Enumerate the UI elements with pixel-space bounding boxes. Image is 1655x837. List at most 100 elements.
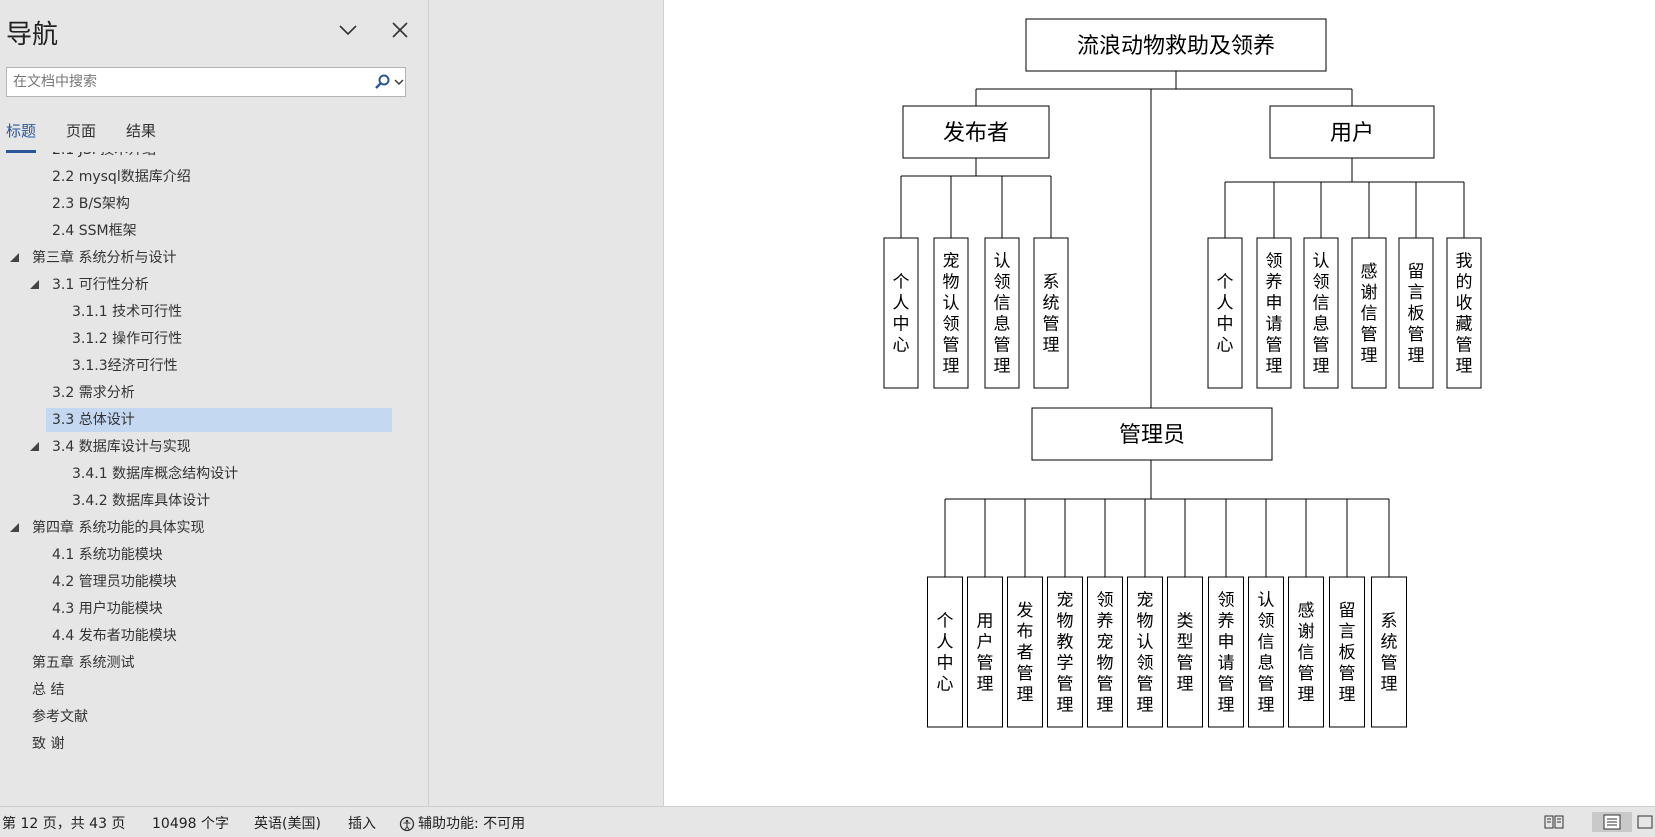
outline-item-label: 3.4.2 数据库具体设计: [72, 493, 211, 509]
outline-item-label: 第五章 系统测试: [32, 655, 135, 671]
admin-child-node-label: 领养宠物管理: [1097, 590, 1114, 715]
outline-item[interactable]: 3.4.2 数据库具体设计: [0, 489, 400, 513]
outline-item[interactable]: 第三章 系统分析与设计: [0, 246, 400, 270]
outline-item[interactable]: 第四章 系统功能的具体实现: [0, 516, 400, 540]
publisher-node: 发布者: [902, 105, 1050, 159]
tab-pages[interactable]: 页面: [66, 120, 96, 150]
admin-child-node: 领养宠物管理: [1087, 576, 1123, 728]
publisher-child-node-label: 系统管理: [1043, 272, 1060, 355]
expand-triangle-icon[interactable]: [30, 280, 39, 289]
user-child-node-label: 领养申请管理: [1266, 251, 1283, 376]
outline-item[interactable]: 4.4 发布者功能模块: [0, 624, 400, 648]
publisher-child-node-label: 宠物认领管理: [943, 251, 960, 376]
admin-node: 管理员: [1031, 407, 1273, 461]
admin-child-node-label: 个人中心: [937, 611, 954, 694]
admin-child-node: 留言板管理: [1329, 576, 1365, 728]
document-canvas: [429, 0, 663, 806]
search-icon[interactable]: [373, 73, 391, 91]
user-child-node: 个人中心: [1207, 237, 1243, 389]
outline-item-label: 致 谢: [32, 736, 65, 752]
root-node-label: 流浪动物救助及领养: [1077, 34, 1275, 59]
outline-item[interactable]: 2.4 SSM框架: [0, 219, 400, 243]
expand-triangle-icon[interactable]: [30, 442, 39, 451]
expand-triangle-icon[interactable]: [10, 523, 19, 532]
admin-child-node: 个人中心: [927, 576, 963, 728]
outline-item[interactable]: 2.3 B/S架构: [0, 192, 400, 216]
user-child-node-label: 感谢信管理: [1361, 262, 1378, 366]
word-count[interactable]: 10498 个字: [152, 813, 229, 833]
outline-item[interactable]: 第五章 系统测试: [0, 651, 400, 675]
outline-item[interactable]: 4.2 管理员功能模块: [0, 570, 400, 594]
outline-item[interactable]: 3.2 需求分析: [0, 381, 400, 405]
outline-item[interactable]: 2.1 JSP技术介绍: [0, 152, 400, 162]
outline-item-label: 3.1.3经济可行性: [72, 358, 178, 374]
outline-item[interactable]: 3.3 总体设计: [46, 408, 392, 432]
outline-item[interactable]: 致 谢: [0, 732, 400, 752]
admin-child-node-label: 宠物教学管理: [1057, 590, 1074, 715]
outline-item-label: 4.4 发布者功能模块: [52, 628, 177, 644]
user-node: 用户: [1269, 105, 1435, 159]
accessibility-icon[interactable]: [398, 816, 416, 832]
outline-item[interactable]: 3.1.2 操作可行性: [0, 327, 400, 351]
admin-child-node: 类型管理: [1167, 576, 1203, 728]
outline-item-label: 4.1 系统功能模块: [52, 547, 163, 563]
outline-item-label: 3.1 可行性分析: [52, 277, 149, 293]
close-icon[interactable]: [388, 18, 412, 42]
outline-item[interactable]: 3.4.1 数据库概念结构设计: [0, 462, 400, 486]
user-child-node: 领养申请管理: [1256, 237, 1292, 389]
admin-node-label: 管理员: [1119, 423, 1185, 448]
root-node: 流浪动物救助及领养: [1025, 18, 1327, 72]
document-page[interactable]: 流浪动物救助及领养 发布者 个人中心 宠物认领管理 认领信息管理 系统管理 用户 个人中心 领养…: [663, 0, 1655, 806]
admin-child-node-label: 认领信息管理: [1258, 590, 1275, 715]
publisher-child-node: 个人中心: [883, 237, 919, 389]
page-count[interactable]: 第 12 页，共 43 页: [2, 813, 125, 833]
read-mode-icon[interactable]: [1542, 812, 1566, 832]
outline-item-label: 2.2 mysql数据库介绍: [52, 169, 191, 185]
accessibility-status[interactable]: 辅助功能: 不可用: [418, 813, 525, 833]
outline-item[interactable]: 3.4 数据库设计与实现: [0, 435, 400, 459]
user-child-node-label: 我的收藏管理: [1456, 251, 1473, 376]
admin-child-node: 系统管理: [1371, 576, 1407, 728]
outline-item[interactable]: 3.1 可行性分析: [0, 273, 400, 297]
user-child-node: 我的收藏管理: [1446, 237, 1482, 389]
admin-child-node-label: 系统管理: [1381, 611, 1398, 694]
search-box[interactable]: [6, 67, 406, 97]
publisher-child-node-label: 认领信息管理: [994, 251, 1011, 376]
outline-item[interactable]: 参考文献: [0, 705, 400, 729]
outline-item-label: 第三章 系统分析与设计: [32, 250, 177, 266]
outline-item-label: 3.1.1 技术可行性: [72, 304, 183, 320]
user-child-node-label: 个人中心: [1217, 272, 1234, 355]
outline-item-label: 第四章 系统功能的具体实现: [32, 520, 205, 536]
admin-child-node-label: 领养申请管理: [1218, 590, 1235, 715]
status-bar: 第 12 页，共 43 页 10498 个字 英语(美国) 插入 辅助功能: 不…: [0, 806, 1655, 837]
outline-item-label: 3.2 需求分析: [52, 385, 135, 401]
outline-item[interactable]: 4.3 用户功能模块: [0, 597, 400, 621]
web-layout-icon[interactable]: [1636, 812, 1654, 832]
publisher-node-label: 发布者: [943, 121, 1009, 146]
outline-item[interactable]: 4.1 系统功能模块: [0, 543, 400, 567]
outline-item-label: 2.4 SSM框架: [52, 223, 137, 239]
chevron-down-icon[interactable]: [336, 18, 360, 42]
tab-headings[interactable]: 标题: [6, 120, 37, 153]
chevron-down-icon[interactable]: [393, 76, 405, 88]
admin-child-node-label: 宠物认领管理: [1137, 590, 1154, 715]
language-indicator[interactable]: 英语(美国): [254, 813, 321, 833]
outline-item-label: 总 结: [32, 682, 65, 698]
tab-results[interactable]: 结果: [126, 120, 156, 150]
print-layout-icon[interactable]: [1592, 812, 1632, 832]
search-input[interactable]: [13, 71, 353, 93]
insert-mode[interactable]: 插入: [348, 813, 376, 833]
outline-item[interactable]: 2.2 mysql数据库介绍: [0, 165, 400, 189]
outline-item[interactable]: 总 结: [0, 678, 400, 702]
user-node-label: 用户: [1330, 121, 1374, 146]
user-child-node-label: 留言板管理: [1408, 262, 1425, 366]
admin-child-node: 宠物认领管理: [1127, 576, 1163, 728]
admin-child-node-label: 感谢信管理: [1298, 601, 1315, 705]
outline-item[interactable]: 3.1.3经济可行性: [0, 354, 400, 378]
admin-child-node-label: 发布者管理: [1017, 601, 1034, 705]
expand-triangle-icon[interactable]: [10, 253, 19, 262]
user-child-node: 认领信息管理: [1303, 237, 1339, 389]
outline-item[interactable]: 3.1.1 技术可行性: [0, 300, 400, 324]
admin-child-node-label: 留言板管理: [1339, 601, 1356, 705]
user-child-node: 留言板管理: [1398, 237, 1434, 389]
